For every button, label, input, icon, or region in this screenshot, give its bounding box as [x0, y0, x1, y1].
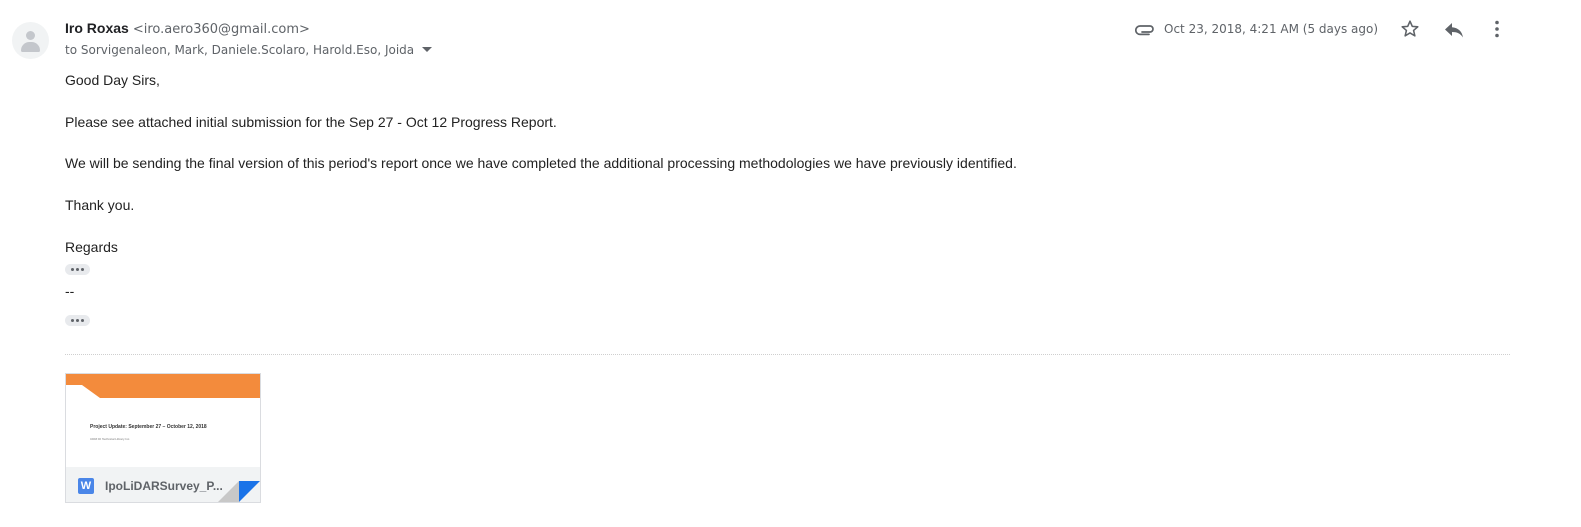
body-line-final-version: We will be sending the final version of …: [65, 155, 1017, 171]
recipients-text: to Sorvigenaleon, Mark, Daniele.Scolaro,…: [65, 43, 415, 57]
recipients-dropdown-icon[interactable]: [422, 47, 433, 52]
show-signature-button[interactable]: [65, 315, 90, 326]
greeting-text: Good Day Sirs,: [65, 72, 160, 88]
person-icon-body: [21, 42, 40, 52]
sender-line: Iro Roxas <iro.aero360@gmail.com>: [65, 20, 310, 37]
attachment-divider: [65, 354, 1510, 355]
signature-separator: --: [65, 283, 75, 299]
recipients-line: to Sorvigenaleon, Mark, Daniele.Scolaro,…: [65, 43, 433, 57]
paperclip-icon: [1135, 25, 1154, 36]
attachment-corner-icon: [218, 481, 260, 502]
body-line-attachment: Please see attached initial submission f…: [65, 114, 557, 130]
attachment-preview-title: Project Update: September 27 – October 1…: [90, 424, 207, 430]
sender-name[interactable]: Iro Roxas: [65, 20, 129, 36]
email-date: Oct 23, 2018, 4:21 AM (5 days ago): [1164, 22, 1379, 36]
regards-text: Regards: [65, 239, 118, 255]
reply-icon[interactable]: [1442, 19, 1466, 41]
person-icon-head: [26, 31, 35, 40]
sender-avatar: [12, 22, 49, 59]
attachment-file-name[interactable]: IpoLiDARSurvey_P...: [105, 479, 223, 493]
attachment-card[interactable]: Project Update: September 27 – October 1…: [65, 373, 261, 503]
attachment-preview-banner: [66, 374, 260, 398]
more-vert-icon[interactable]: [1486, 18, 1508, 40]
word-icon: W: [78, 478, 94, 494]
attachment-preview-subtitle: CDRI DI Technical Library Inc.: [90, 437, 131, 441]
sender-email: <iro.aero360@gmail.com>: [132, 22, 310, 37]
show-trimmed-content-button[interactable]: [65, 264, 90, 275]
thanks-text: Thank you.: [65, 197, 135, 213]
star-icon[interactable]: [1399, 18, 1421, 40]
